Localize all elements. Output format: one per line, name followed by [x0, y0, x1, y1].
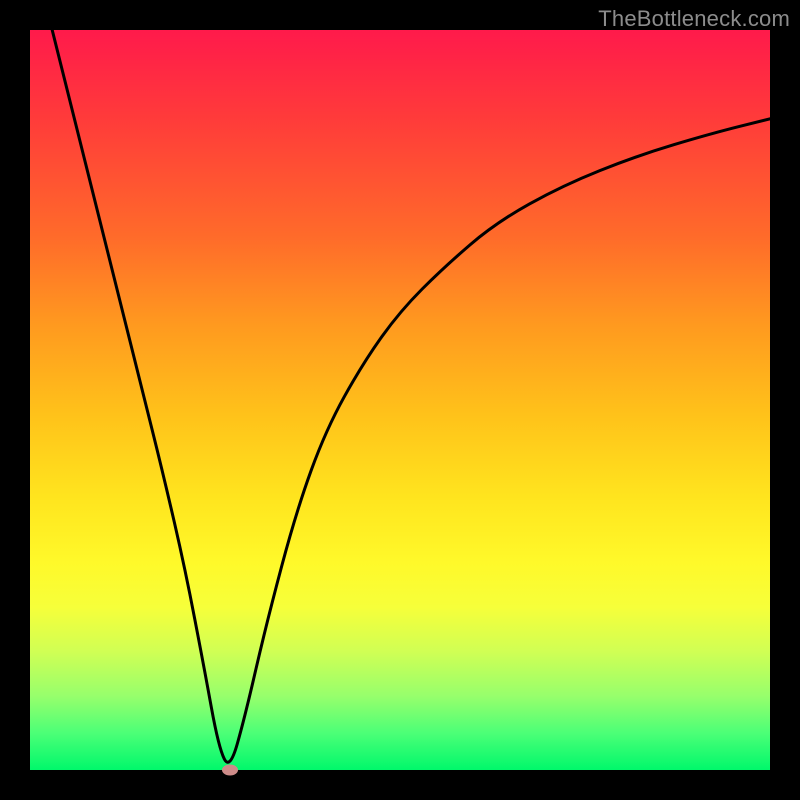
- watermark-text: TheBottleneck.com: [598, 6, 790, 32]
- plot-area: [30, 30, 770, 770]
- curve-svg: [30, 30, 770, 770]
- bottleneck-curve-path: [52, 30, 770, 762]
- chart-stage: TheBottleneck.com: [0, 0, 800, 800]
